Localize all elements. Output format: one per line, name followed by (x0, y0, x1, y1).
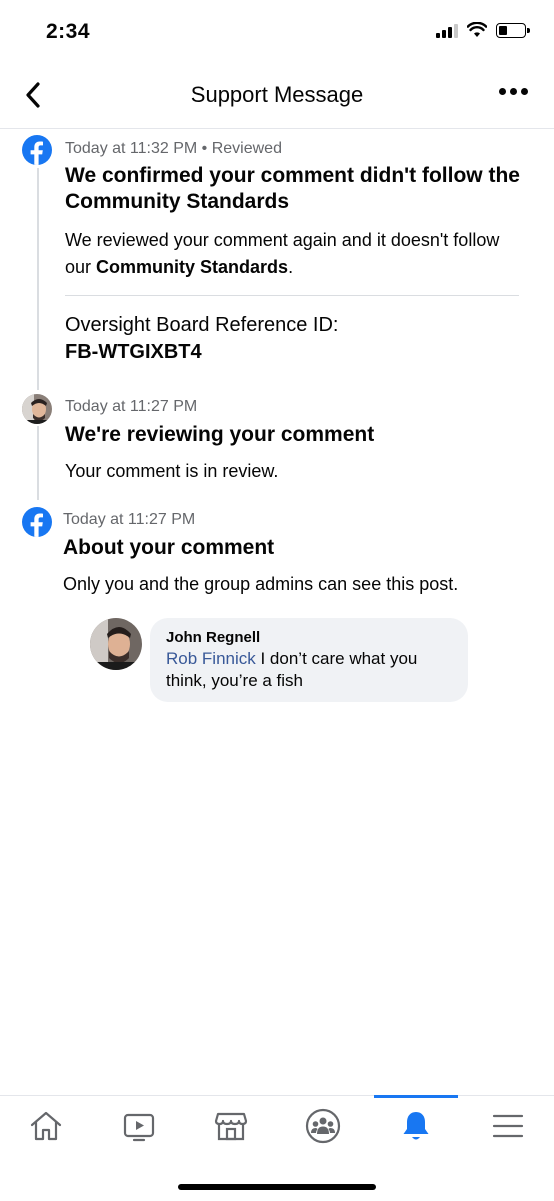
entry-timestamp: Today at 11:27 PM (63, 511, 196, 528)
mention-link[interactable]: Rob Finnick (166, 649, 256, 668)
nav-watch[interactable] (114, 1106, 164, 1146)
timeline-connector (37, 168, 39, 390)
comment-preview: John Regnell Rob Finnick I don’t care wh… (90, 618, 468, 702)
menu-icon (492, 1114, 524, 1138)
watch-icon (123, 1113, 155, 1142)
entry-title: About your comment (63, 536, 275, 559)
reference-id: FB-WTGIXBT4 (65, 341, 202, 363)
nav-marketplace[interactable] (206, 1106, 256, 1146)
entry-timestamp: Today at 11:32 PM • Reviewed (65, 140, 282, 157)
timeline-entry-reviewed: Today at 11:32 PM • Reviewed We confirme… (65, 140, 525, 366)
nav-home[interactable] (21, 1106, 71, 1146)
entry-timestamp: Today at 11:27 PM (65, 398, 198, 415)
notifications-icon (403, 1112, 429, 1140)
reference-label: Oversight Board Reference ID: (65, 314, 339, 336)
comment-bubble: John Regnell Rob Finnick I don’t care wh… (150, 618, 468, 702)
nav-menu[interactable] (483, 1106, 533, 1146)
more-dots-icon (499, 88, 506, 95)
commenter-avatar (90, 618, 142, 670)
nav-notifications[interactable] (391, 1106, 441, 1146)
status-icons (436, 22, 530, 38)
groups-icon (305, 1108, 341, 1144)
home-icon (30, 1111, 62, 1141)
entry-title: We confirmed your comment didn't follow … (65, 164, 520, 213)
comment-author[interactable]: John Regnell (166, 628, 452, 648)
entry-body: Only you and the group admins can see th… (63, 574, 459, 594)
entry-body: Your comment is in review. (65, 461, 279, 481)
cellular-signal-icon (436, 22, 458, 38)
nav-groups[interactable] (298, 1106, 348, 1146)
status-bar: 2:34 (0, 0, 554, 66)
facebook-logo-icon (22, 135, 52, 165)
community-standards-link[interactable]: Community Standards (96, 257, 288, 277)
entry-title: We're reviewing your comment (65, 423, 375, 446)
home-indicator[interactable] (178, 1184, 376, 1190)
entry-body: We reviewed your comment again and it do… (65, 230, 500, 277)
page-title: Support Message (190, 82, 364, 107)
timeline-connector (37, 426, 39, 500)
divider (65, 295, 519, 296)
active-tab-indicator (374, 1095, 458, 1098)
wifi-icon (467, 22, 487, 37)
header: Support Message (0, 66, 554, 129)
battery-icon (496, 22, 530, 38)
more-options-button[interactable] (499, 88, 528, 95)
user-avatar (22, 394, 52, 424)
timeline-entry-reviewing: Today at 11:27 PM We're reviewing your c… (65, 398, 525, 485)
marketplace-icon (214, 1112, 248, 1141)
timeline-entry-about: Today at 11:27 PM About your comment Onl… (63, 511, 523, 598)
facebook-logo-icon (22, 507, 52, 537)
comment-text: Rob Finnick I don’t care what you think,… (166, 649, 418, 690)
status-time: 2:34 (46, 20, 91, 43)
